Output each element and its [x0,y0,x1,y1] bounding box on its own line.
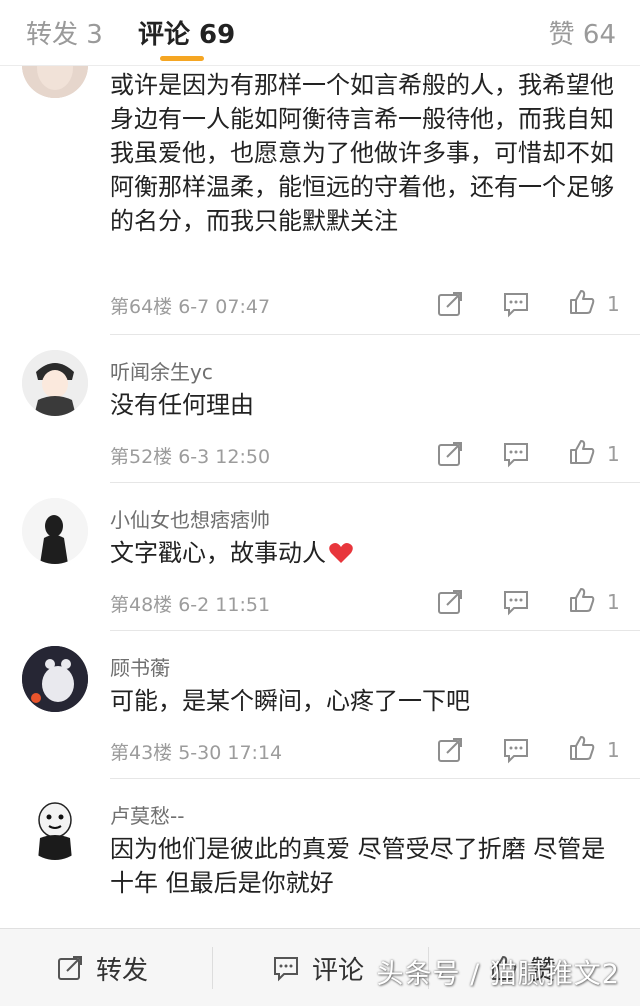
comment-meta: 第48楼 6-2 11:51 [110,594,271,616]
comment-text: 因为他们是彼此的真爱 尽管受尽了折磨 尽管是十年 但最后是你就好 [110,835,606,897]
comment-text: 文字戳心，故事动人 [110,539,326,567]
divider [110,778,640,779]
comment-body: 文字戳心，故事动人 [110,536,620,570]
repost-icon[interactable] [436,736,464,764]
comment-icon[interactable] [502,736,530,764]
username[interactable]: 顾书蘅 [110,652,170,681]
like-icon[interactable] [568,438,596,466]
tab-bar: 转发 3 评论 69 赞 64 [0,0,640,66]
like-count: 1 [607,442,620,466]
comment-text: 或许是因为有那样一个如言希般的人，我希望他身边有一人能如阿衡待言希一般待他，而我… [110,71,614,235]
avatar[interactable] [22,794,88,860]
divider [110,482,640,483]
comment-icon[interactable] [502,290,530,318]
like-count: 1 [607,590,620,614]
tab-comments[interactable]: 评论 69 [138,14,235,51]
comment-meta: 第52楼 6-3 12:50 [110,446,271,468]
comment-text: 可能，是某个瞬间，心疼了一下吧 [110,687,470,715]
repost-icon [58,956,82,980]
repost-icon[interactable] [436,588,464,616]
comment-icon [274,957,298,982]
active-tab-indicator [160,56,204,61]
comment-icon[interactable] [502,440,530,468]
username[interactable]: 小仙女也想痞痞帅 [110,504,270,533]
comment-text: 没有任何理由 [110,391,254,419]
divider [110,630,640,631]
avatar[interactable] [22,66,88,98]
tab-repost[interactable]: 转发 3 [26,14,103,51]
divider [212,947,213,989]
username[interactable]: 听闻余生yc [110,356,213,385]
bottom-repost-label: 转发 [96,955,149,986]
avatar[interactable] [22,350,88,416]
bottom-repost-button[interactable]: 转发 [56,929,148,1006]
like-icon[interactable] [568,734,596,762]
like-icon[interactable] [568,288,596,316]
bottom-comment-label: 评论 [312,955,365,986]
watermark: 头条号 / 猫腻推文2 [376,959,620,990]
like-count: 1 [607,738,620,762]
repost-icon[interactable] [436,290,464,318]
divider [110,334,640,335]
like-icon[interactable] [568,586,596,614]
avatar[interactable] [22,498,88,564]
repost-icon[interactable] [436,440,464,468]
comment-icon[interactable] [502,588,530,616]
comment-meta: 第43楼 5-30 17:14 [110,742,283,764]
heart-icon [329,543,353,563]
comment-meta: 第64楼 6-7 07:47 [110,296,271,318]
avatar[interactable] [22,646,88,712]
bottom-comment-button[interactable]: 评论 [272,929,364,1006]
like-count: 1 [607,292,620,316]
username[interactable]: 卢莫愁-- [110,800,184,829]
tab-likes[interactable]: 赞 64 [549,14,616,51]
comment-list: 或许是因为有那样一个如言希般的人，我希望他身边有一人能如阿衡待言希一般待他，而我… [0,66,640,928]
